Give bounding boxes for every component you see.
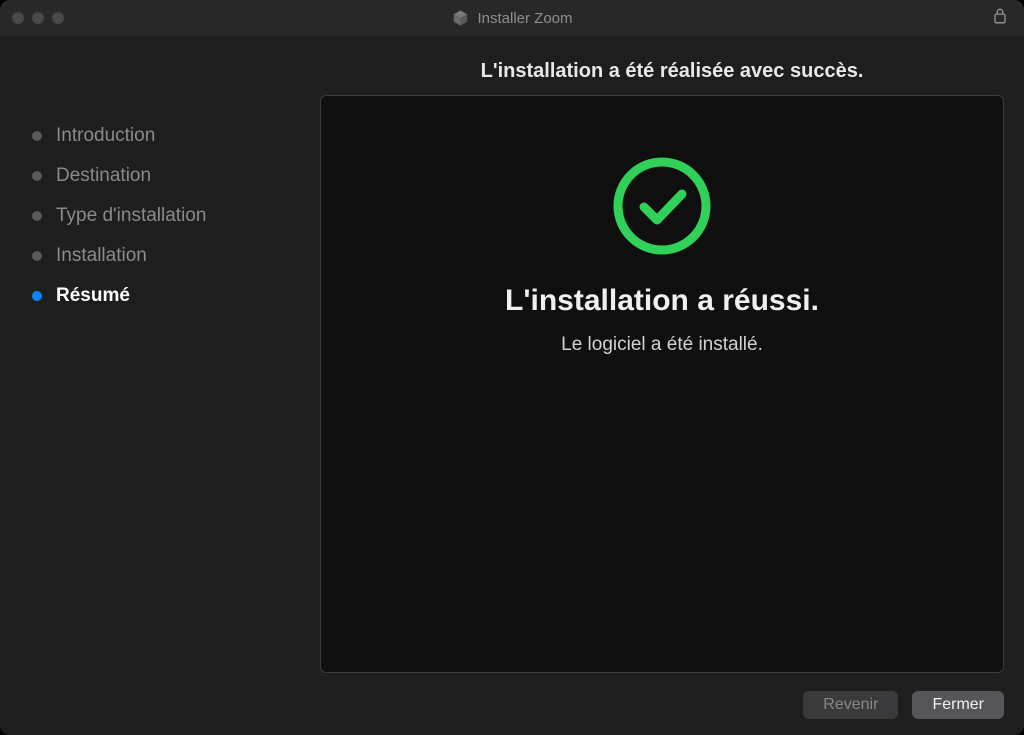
step-label: Résumé	[56, 285, 130, 307]
window-title: Installer Zoom	[477, 10, 572, 27]
step-bullet-icon	[32, 131, 42, 141]
zoom-window-button[interactable]	[52, 12, 64, 24]
close-button[interactable]: Fermer	[912, 691, 1004, 719]
back-button[interactable]: Revenir	[803, 691, 898, 719]
window-title-group: Installer Zoom	[451, 9, 572, 27]
step-label: Introduction	[56, 125, 155, 147]
step-introduction: Introduction	[32, 125, 320, 147]
minimize-window-button[interactable]	[32, 12, 44, 24]
step-bullet-icon	[32, 291, 42, 301]
step-label: Installation	[56, 245, 147, 267]
success-checkmark-icon	[610, 154, 714, 258]
page-subtitle: L'installation a été réalisée avec succè…	[20, 36, 1004, 95]
step-summary: Résumé	[32, 285, 320, 307]
step-installation: Installation	[32, 245, 320, 267]
step-destination: Destination	[32, 165, 320, 187]
step-bullet-icon	[32, 211, 42, 221]
step-label: Destination	[56, 165, 151, 187]
step-installation-type: Type d'installation	[32, 205, 320, 227]
traffic-lights	[12, 12, 64, 24]
close-window-button[interactable]	[12, 12, 24, 24]
step-bullet-icon	[32, 251, 42, 261]
step-label: Type d'installation	[56, 205, 206, 227]
footer-buttons: Revenir Fermer	[20, 673, 1004, 719]
titlebar: Installer Zoom	[0, 0, 1024, 36]
success-title: L'installation a réussi.	[505, 284, 819, 318]
lock-icon[interactable]	[992, 7, 1008, 30]
step-bullet-icon	[32, 171, 42, 181]
success-subtitle: Le logiciel a été installé.	[561, 334, 763, 356]
package-icon	[451, 9, 469, 27]
content-panel: L'installation a réussi. Le logiciel a é…	[320, 95, 1004, 673]
installer-window: Installer Zoom L'installation a été réal…	[0, 0, 1024, 735]
steps-sidebar: Introduction Destination Type d'installa…	[20, 95, 320, 673]
